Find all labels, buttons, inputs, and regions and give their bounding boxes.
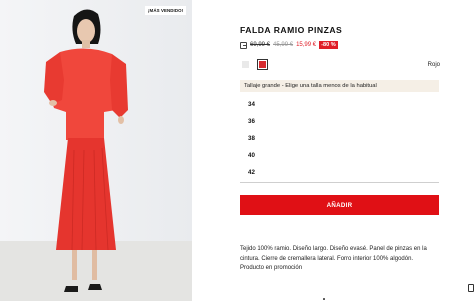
add-to-cart-button[interactable]: AÑADIR — [240, 195, 439, 215]
product-title: FALDA RAMIO PINZAS — [240, 25, 343, 35]
sale-price: 15,99 € — [296, 42, 317, 48]
description-line: Tejido 100% ramio. Diseño largo. Diseño … — [240, 246, 427, 252]
size-hint: Tallaje grande - Elige una talla menos d… — [240, 80, 439, 92]
size-option-40[interactable]: 40 — [240, 147, 439, 164]
size-option-34[interactable]: 34 — [240, 96, 439, 113]
selected-color-label: Rojo — [427, 62, 440, 68]
product-info-panel: FALDA RAMIO PINZAS 69,99 € 45,99 € 15,99… — [192, 0, 475, 301]
color-swatch-red[interactable] — [257, 59, 268, 70]
divider — [240, 182, 439, 183]
product-photo[interactable]: ¡MÁS VENDIDO! — [0, 0, 192, 301]
previous-price: 45,99 € — [273, 42, 294, 48]
bestseller-badge: ¡MÁS VENDIDO! — [145, 6, 187, 15]
product-description: Tejido 100% ramio. Diseño largo. Diseño … — [240, 245, 440, 274]
scroll-indicator-dot — [323, 298, 325, 300]
price-history-icon[interactable] — [240, 41, 247, 49]
price-row: 69,99 € 45,99 € 15,99 € -80 % — [240, 40, 338, 50]
document-icon[interactable] — [468, 284, 474, 292]
description-line: cintura. Cierre de cremallera lateral. F… — [240, 255, 414, 262]
color-swatch-grey[interactable] — [242, 61, 249, 68]
size-option-36[interactable]: 36 — [240, 113, 439, 130]
discount-badge: -80 % — [319, 41, 338, 49]
original-price: 69,99 € — [250, 42, 271, 48]
size-list: 34 36 38 40 42 — [240, 96, 439, 181]
description-line: Producto en promoción — [240, 265, 303, 271]
size-option-42[interactable]: 42 — [240, 164, 439, 181]
size-option-38[interactable]: 38 — [240, 130, 439, 147]
model-figure — [44, 9, 128, 292]
color-swatches — [242, 59, 268, 70]
